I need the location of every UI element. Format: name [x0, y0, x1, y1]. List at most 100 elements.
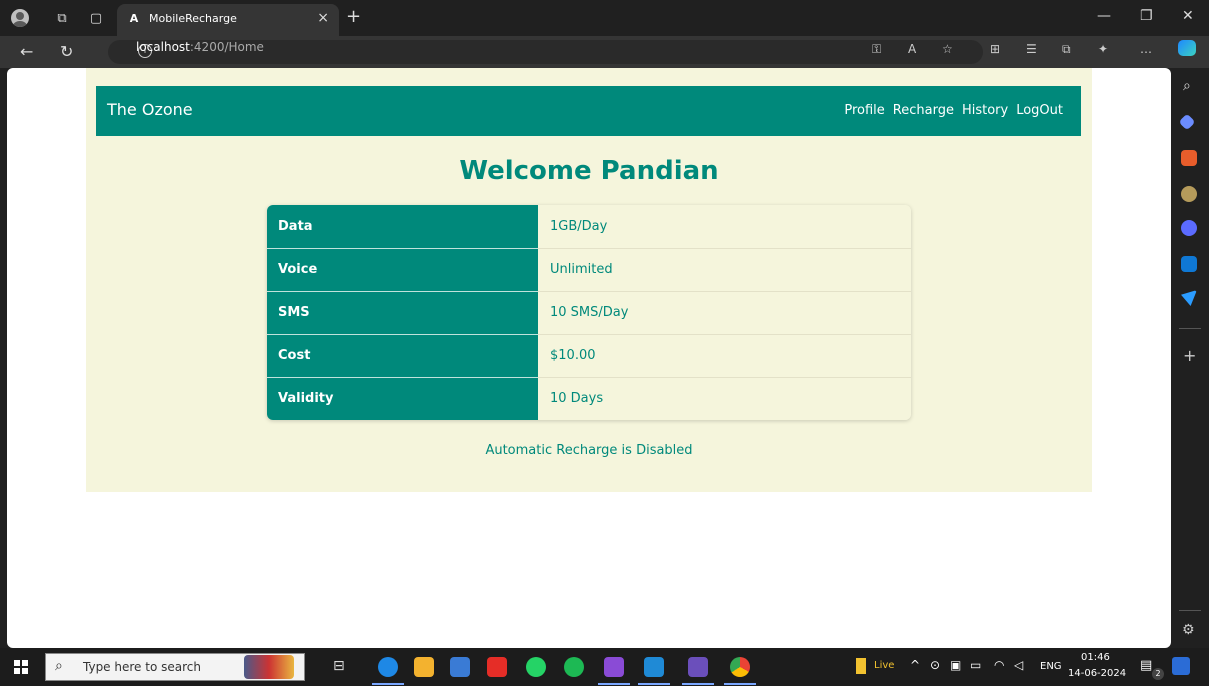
youtube-icon[interactable] — [487, 657, 507, 677]
gear-icon[interactable]: ⚙ — [1182, 622, 1195, 638]
collections-icon[interactable]: ⧉ — [1062, 42, 1071, 57]
tab-mobilerecharge[interactable]: A MobileRecharge × — [117, 4, 339, 36]
visual-studio-icon[interactable] — [604, 657, 624, 677]
url-text[interactable]: localhost:4200/Home — [136, 40, 264, 54]
table-row: Data 1GB/Day — [267, 205, 911, 249]
tools-icon[interactable] — [1181, 150, 1197, 166]
notification-icon[interactable]: ▤ — [1140, 658, 1152, 673]
welcome-heading: Welcome Pandian — [459, 156, 719, 186]
auto-recharge-status: Automatic Recharge is Disabled — [485, 443, 693, 458]
table-row: Validity 10 Days — [267, 377, 911, 420]
refresh-icon[interactable]: ↻ — [60, 42, 73, 61]
terminal-icon[interactable] — [688, 657, 708, 677]
nav-links: Profile Recharge History LogOut — [844, 103, 1063, 118]
angular-favicon-icon: A — [129, 12, 139, 25]
back-arrow-icon[interactable]: ← — [20, 42, 33, 61]
plan-details-table: Data 1GB/Day Voice Unlimited SMS 10 SMS/… — [267, 205, 911, 420]
nav-history[interactable]: History — [962, 103, 1008, 118]
copilot-icon[interactable] — [1178, 40, 1196, 56]
restore-icon[interactable]: ❐ — [1140, 8, 1153, 24]
split-screen-icon[interactable]: ⊞ — [990, 42, 1000, 56]
table-row: Cost $10.00 — [267, 334, 911, 378]
browser-tab-bar: ⧉ ▢ A MobileRecharge × + — ❐ ✕ — [0, 0, 1209, 36]
active-app-indicator — [638, 683, 670, 685]
tab-actions-icon[interactable]: ▢ — [86, 8, 106, 28]
app-tray-icon[interactable]: ▣ — [950, 658, 961, 672]
file-explorer-icon[interactable] — [414, 657, 434, 677]
edge-sidebar: ⌕ + ⚙ — [1171, 68, 1209, 648]
row-value: 10 SMS/Day — [538, 291, 911, 335]
row-value: Unlimited — [538, 248, 911, 292]
tab-title: MobileRecharge — [149, 12, 237, 25]
row-label: Data — [267, 205, 538, 249]
volume-icon[interactable]: ◁ — [1014, 658, 1023, 672]
spotify-icon[interactable] — [564, 657, 584, 677]
search-placeholder: Type here to search — [83, 660, 201, 674]
whatsapp-icon[interactable] — [526, 657, 546, 677]
extension-icon[interactable]: ✦ — [1098, 42, 1108, 56]
url-host: localhost — [136, 40, 190, 54]
copilot-sidebar-icon[interactable] — [1181, 220, 1197, 236]
url-path: :4200/Home — [189, 40, 264, 54]
app-navbar: The Ozone Profile Recharge History LogOu… — [96, 86, 1081, 136]
profile-icon[interactable] — [10, 8, 30, 28]
battery-icon[interactable]: ▭ — [970, 658, 981, 672]
notification-count: 2 — [1152, 668, 1164, 680]
row-label: Validity — [267, 377, 538, 420]
active-app-indicator — [724, 683, 756, 685]
active-app-indicator — [372, 683, 404, 685]
games-icon[interactable] — [1181, 186, 1197, 202]
row-label: Cost — [267, 334, 538, 378]
add-icon[interactable]: + — [1183, 346, 1196, 365]
nav-logout[interactable]: LogOut — [1016, 103, 1063, 118]
clock-date[interactable]: 14-06-2024 — [1068, 668, 1126, 679]
nav-profile[interactable]: Profile — [844, 103, 884, 118]
chrome-icon[interactable] — [730, 657, 750, 677]
close-window-icon[interactable]: ✕ — [1182, 8, 1194, 24]
shopping-tag-icon[interactable] — [1178, 113, 1196, 131]
live-label[interactable]: Live — [874, 660, 894, 671]
key-icon[interactable]: ⚿ — [872, 42, 881, 57]
windows-start-icon[interactable] — [14, 660, 28, 674]
telegram-icon[interactable] — [1181, 290, 1197, 306]
more-icon[interactable]: … — [1140, 42, 1152, 56]
row-value: 1GB/Day — [538, 205, 911, 249]
search-icon[interactable]: ⌕ — [1183, 78, 1191, 94]
page-viewport: The Ozone Profile Recharge History LogOu… — [7, 68, 1171, 648]
live-icon[interactable] — [856, 658, 866, 674]
row-value: $10.00 — [538, 334, 911, 378]
favorites-icon[interactable]: ☰ — [1026, 42, 1037, 56]
windows-taskbar: ⌕ Type here to search ⊟ Live ^ ⊙ ▣ ▭ ◠ ◁… — [0, 648, 1209, 686]
chevron-up-icon[interactable]: ^ — [910, 658, 920, 672]
active-app-indicator — [682, 683, 714, 685]
clock-time[interactable]: 01:46 — [1081, 652, 1110, 663]
store-icon[interactable] — [450, 657, 470, 677]
outlook-icon[interactable] — [1181, 256, 1197, 272]
row-value: 10 Days — [538, 377, 911, 420]
app-panel: The Ozone Profile Recharge History LogOu… — [86, 68, 1092, 492]
search-icon: ⌕ — [55, 658, 63, 674]
table-row: Voice Unlimited — [267, 248, 911, 292]
row-label: Voice — [267, 248, 538, 292]
sidebar-divider — [1179, 328, 1201, 329]
wifi-icon[interactable]: ◠ — [994, 658, 1004, 672]
new-tab-icon[interactable]: + — [346, 6, 361, 27]
meet-now-icon[interactable]: ⊙ — [930, 658, 940, 672]
task-view-icon[interactable]: ⊟ — [333, 658, 345, 674]
row-label: SMS — [267, 291, 538, 335]
tray-app-icon[interactable] — [1172, 657, 1190, 675]
language-indicator[interactable]: ENG — [1040, 661, 1062, 672]
minimize-icon[interactable]: — — [1097, 8, 1111, 24]
edge-icon[interactable] — [378, 657, 398, 677]
table-row: SMS 10 SMS/Day — [267, 291, 911, 335]
active-app-indicator — [598, 683, 630, 685]
vscode-icon[interactable] — [644, 657, 664, 677]
workspaces-icon[interactable]: ⧉ — [52, 8, 72, 28]
read-aloud-icon[interactable]: A — [908, 42, 916, 56]
news-widget-icon[interactable] — [244, 655, 294, 679]
close-icon[interactable]: × — [317, 10, 329, 26]
nav-recharge[interactable]: Recharge — [893, 103, 954, 118]
brand-link[interactable]: The Ozone — [107, 100, 193, 119]
sidebar-divider — [1179, 610, 1201, 611]
favorite-star-icon[interactable]: ☆ — [942, 42, 953, 56]
